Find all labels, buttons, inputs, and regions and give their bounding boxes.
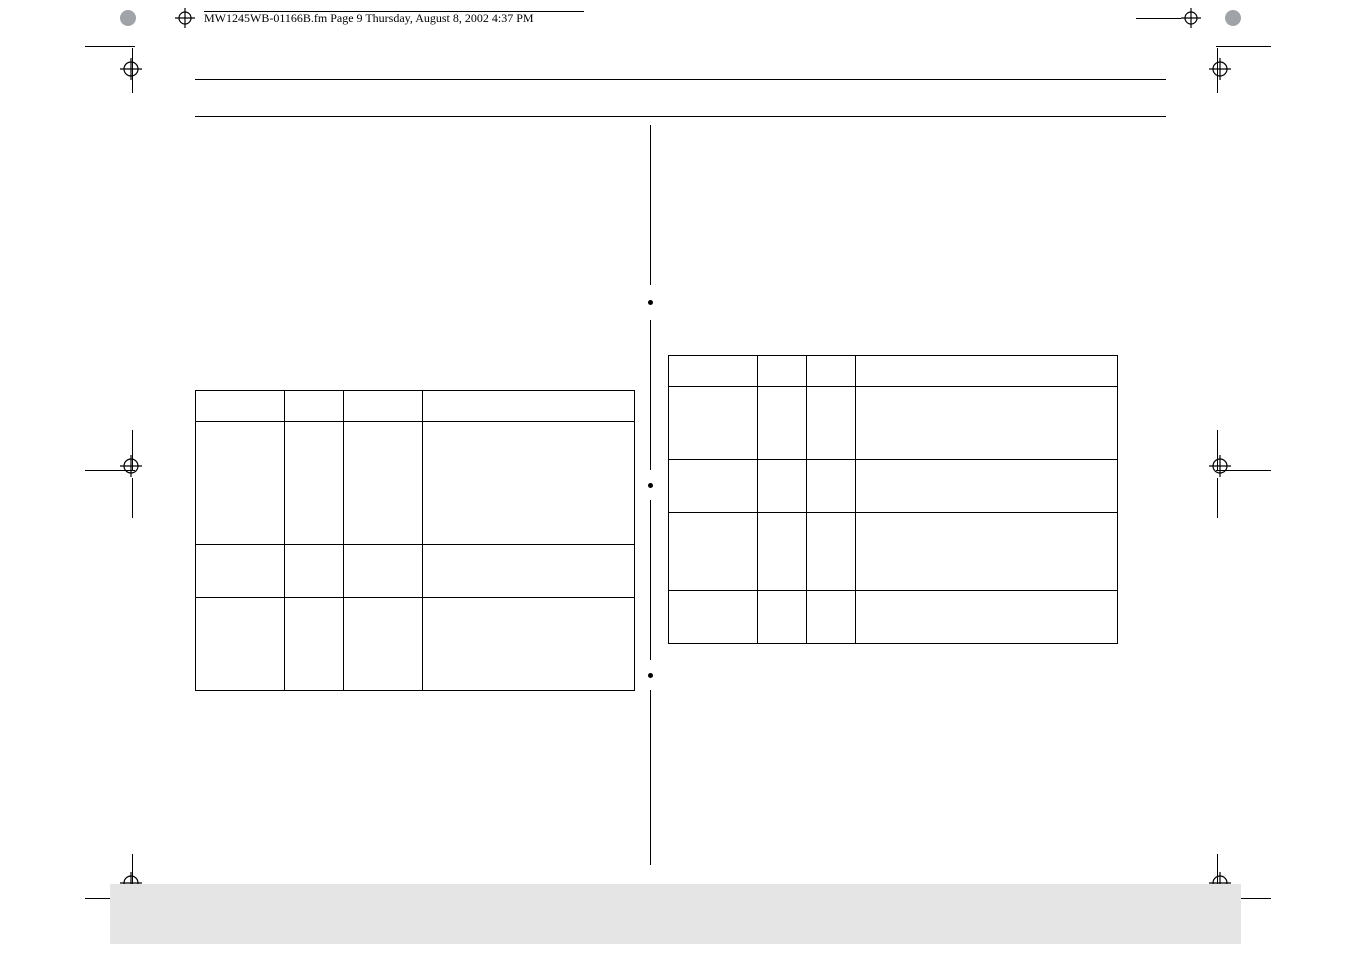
table-row: [196, 545, 635, 598]
right-cell: [807, 513, 856, 591]
table-row: [196, 598, 635, 691]
crop-lm-v: [132, 430, 133, 470]
left-cell: [344, 422, 423, 545]
table-row: [196, 422, 635, 545]
table-row: [669, 387, 1118, 460]
footer-bar: [110, 884, 1241, 944]
right-cell: [758, 513, 807, 591]
page-rule-top: [195, 79, 1166, 80]
right-cell: [856, 591, 1118, 644]
crop-rm-v: [1217, 430, 1218, 470]
right-cell: [669, 591, 758, 644]
right-th-4: [856, 356, 1118, 387]
right-cell: [669, 513, 758, 591]
column-divider-2: [650, 320, 651, 470]
column-divider-3: [650, 500, 651, 660]
left-cell: [285, 598, 344, 691]
file-banner: MW1245WB-01166B.fm Page 9 Thursday, Augu…: [204, 11, 534, 26]
right-cell: [807, 460, 856, 513]
crop-rm-v2: [1217, 478, 1218, 518]
right-cell: [669, 460, 758, 513]
right-th-3: [807, 356, 856, 387]
crop-lm-v2: [132, 478, 133, 518]
left-cell: [196, 545, 285, 598]
right-cell: [856, 513, 1118, 591]
left-cell: [423, 422, 635, 545]
left-cell: [196, 598, 285, 691]
left-cell: [196, 422, 285, 545]
table-row: [669, 591, 1118, 644]
crop-tl-h: [85, 46, 135, 47]
column-divider-4: [650, 690, 651, 865]
crop-rm-h: [1216, 470, 1271, 471]
right-cell: [758, 387, 807, 460]
right-cell: [856, 387, 1118, 460]
crop-tl-v: [132, 48, 133, 93]
table-header-row: [196, 391, 635, 422]
right-cell: [669, 387, 758, 460]
crop-lm-h: [85, 470, 135, 471]
table-row: [669, 460, 1118, 513]
left-th-2: [285, 391, 344, 422]
right-th-2: [758, 356, 807, 387]
reg-mark-tl: [120, 58, 142, 80]
right-cell: [807, 387, 856, 460]
reg-mark-tr: [1209, 58, 1231, 80]
right-cell: [758, 591, 807, 644]
left-cell: [423, 598, 635, 691]
left-th-4: [423, 391, 635, 422]
left-th-3: [344, 391, 423, 422]
left-table: [195, 390, 635, 691]
page-rule-header: [195, 116, 1166, 117]
crop-tr-h: [1216, 46, 1271, 47]
gutter-bullet-1: [648, 300, 653, 305]
corner-disc-tl: [120, 10, 136, 26]
left-cell: [423, 545, 635, 598]
right-cell: [807, 591, 856, 644]
right-table: [668, 355, 1118, 644]
left-th-1: [196, 391, 285, 422]
gutter-bullet-2: [648, 483, 653, 488]
right-th-1: [669, 356, 758, 387]
corner-disc-tr: [1225, 10, 1241, 26]
left-cell: [285, 422, 344, 545]
column-divider-1: [650, 125, 651, 285]
reg-mark-banner: [175, 8, 195, 28]
reg-mark-rm: [1209, 455, 1231, 477]
right-cell: [856, 460, 1118, 513]
reg-mark-lm: [120, 455, 142, 477]
crop-tr-h2: [1136, 18, 1181, 19]
right-cell: [758, 460, 807, 513]
gutter-bullet-3: [648, 673, 653, 678]
left-cell: [344, 598, 423, 691]
table-header-row: [669, 356, 1118, 387]
reg-mark-tr2: [1181, 8, 1201, 28]
left-cell: [285, 545, 344, 598]
left-cell: [344, 545, 423, 598]
crop-tr-v: [1217, 48, 1218, 93]
table-row: [669, 513, 1118, 591]
